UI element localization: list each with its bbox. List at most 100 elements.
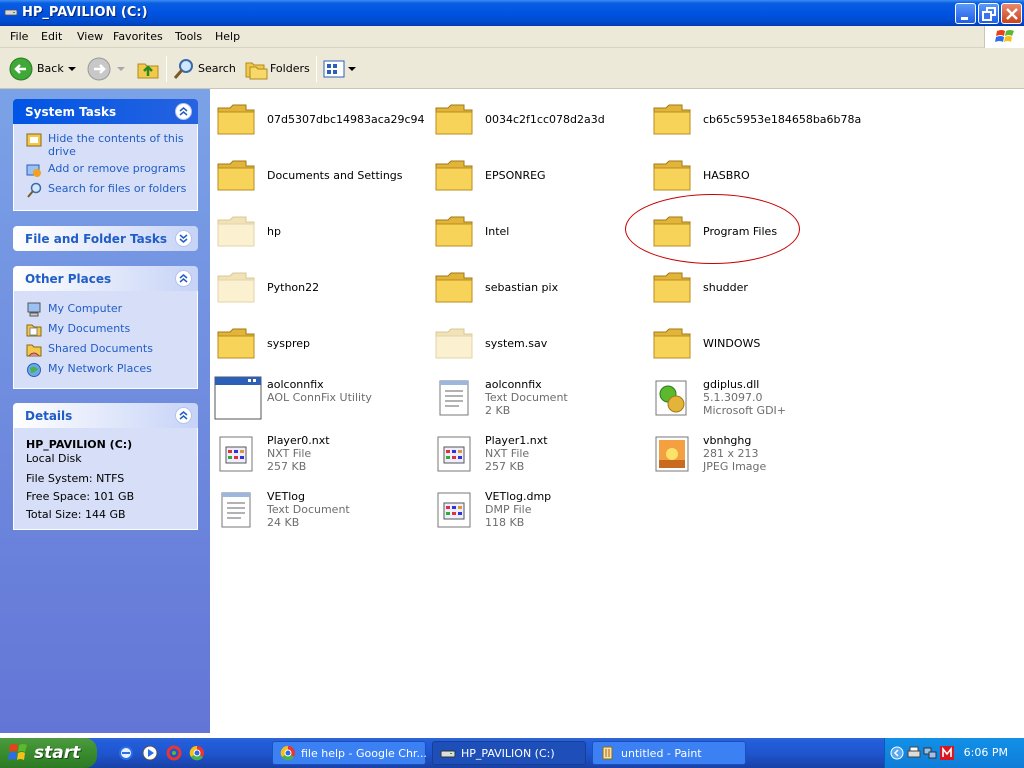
file-item[interactable]: gdiplus.dll 5.1.3097.0 Microsoft GDI+: [646, 372, 862, 422]
folder-icon: [652, 266, 692, 306]
folder-item[interactable]: 0034c2f1cc078d2a3d: [428, 92, 644, 142]
other-places-my-network-places[interactable]: My Network Places: [26, 362, 189, 377]
item-name: Player1.nxt: [485, 434, 548, 447]
collapse-icon[interactable]: [175, 407, 192, 424]
tray-mcafee-icon[interactable]: [940, 746, 954, 760]
file-item[interactable]: VETlog Text Document 24 KB: [210, 484, 426, 534]
folder-icon: [652, 154, 692, 194]
quicklaunch-app-icon[interactable]: [166, 745, 182, 761]
menu-file[interactable]: File: [10, 30, 28, 43]
add-remove-programs-link[interactable]: Add or remove programs: [26, 162, 189, 177]
close-icon: [1006, 8, 1018, 20]
other-places-header[interactable]: Other Places: [13, 266, 198, 291]
folder-item[interactable]: Documents and Settings: [210, 148, 426, 198]
menu-view[interactable]: View: [77, 30, 103, 43]
other-places-shared-documents[interactable]: Shared Documents: [26, 342, 189, 357]
folder-item[interactable]: cb65c5953e184658ba6b78aa: [646, 92, 862, 142]
file-item[interactable]: VETlog.dmp DMP File 118 KB: [428, 484, 644, 534]
file-item[interactable]: vbnhghg 281 x 213 JPEG Image: [646, 428, 862, 478]
file-item[interactable]: Player0.nxt NXT File 257 KB: [210, 428, 426, 478]
drive-icon: [4, 9, 18, 16]
other-places-panel: Other Places My Computer My Documents Sh…: [13, 266, 198, 389]
start-button[interactable]: start: [0, 738, 97, 768]
search-button[interactable]: Search: [171, 53, 237, 85]
folder-item[interactable]: system.sav: [428, 316, 644, 366]
taskbar-button-label: HP_PAVILION (C:): [461, 747, 555, 760]
folder-item[interactable]: WINDOWS: [646, 316, 862, 366]
quicklaunch-media-player-icon[interactable]: [142, 745, 158, 761]
taskbar-button-chrome[interactable]: file help - Google Chr...: [272, 741, 427, 765]
file-item[interactable]: aolconnfix Text Document 2 KB: [428, 372, 644, 422]
item-size: 118 KB: [485, 516, 525, 529]
chrome-icon: [280, 745, 295, 761]
folder-item[interactable]: HASBRO: [646, 148, 862, 198]
folder-item[interactable]: EPSONREG: [428, 148, 644, 198]
folders-label: Folders: [270, 62, 310, 75]
folder-item[interactable]: Python22: [210, 260, 426, 310]
item-name: vbnhghg: [703, 434, 752, 447]
menu-tools[interactable]: Tools: [175, 30, 202, 43]
windows-logo-icon: [984, 26, 1024, 48]
item-name: aolconnfix: [267, 378, 324, 391]
menu-edit[interactable]: Edit: [41, 30, 62, 43]
window-title: HP_PAVILION (C:): [22, 5, 148, 20]
up-folder-button[interactable]: [134, 53, 162, 85]
hide-drive-contents-link[interactable]: Hide the contents of this drive: [26, 132, 189, 158]
menu-help[interactable]: Help: [215, 30, 240, 43]
folder-up-icon: [137, 63, 159, 79]
minimize-button[interactable]: [955, 3, 976, 24]
tray-network-icon[interactable]: [923, 746, 937, 760]
paint-icon: [602, 746, 613, 760]
item-name: Documents and Settings: [267, 169, 403, 182]
folder-item[interactable]: Intel: [428, 204, 644, 254]
search-files-link[interactable]: Search for files or folders: [26, 182, 189, 198]
file-list-pane[interactable]: 07d5307dbc14983aca29c947... 0034c2f1cc078…: [210, 89, 1024, 733]
details-panel: Details HP_PAVILION (C:) Local Disk File…: [13, 403, 198, 530]
collapse-icon[interactable]: [175, 270, 192, 287]
folder-item[interactable]: 07d5307dbc14983aca29c947...: [210, 92, 426, 142]
collapse-icon[interactable]: [175, 103, 192, 120]
text-icon: [434, 378, 474, 418]
file-item[interactable]: Player1.nxt NXT File 257 KB: [428, 428, 644, 478]
quicklaunch-chrome-icon[interactable]: [189, 745, 205, 761]
back-button[interactable]: Back: [6, 53, 80, 85]
tray-expand-icon[interactable]: [890, 746, 904, 760]
item-name: aolconnfix: [485, 378, 542, 391]
folder-item[interactable]: sysprep: [210, 316, 426, 366]
views-button[interactable]: [322, 53, 356, 85]
folder-item[interactable]: shudder: [646, 260, 862, 310]
restore-icon: [982, 7, 996, 21]
restore-button[interactable]: [978, 3, 999, 24]
details-header[interactable]: Details: [13, 403, 198, 428]
folder-icon: [434, 322, 474, 362]
quicklaunch-ie-icon[interactable]: [118, 745, 134, 761]
chevron-down-icon: [348, 67, 356, 71]
taskbar-button-paint[interactable]: untitled - Paint: [592, 741, 746, 765]
search-icon: [27, 182, 42, 198]
folder-item[interactable]: hp: [210, 204, 426, 254]
menu-favorites[interactable]: Favorites: [113, 30, 163, 43]
item-name: system.sav: [485, 337, 548, 350]
close-button[interactable]: [1001, 3, 1022, 24]
forward-button[interactable]: [86, 53, 126, 85]
file-item[interactable]: aolconnfix AOL ConnFix Utility: [210, 372, 426, 422]
folder-icon: [216, 322, 256, 362]
other-places-title: Other Places: [25, 272, 112, 286]
other-places-my-computer[interactable]: My Computer: [26, 302, 189, 317]
chevron-down-icon[interactable]: [68, 67, 76, 73]
system-tasks-panel: System Tasks Hide the contents of this d…: [13, 99, 198, 211]
folders-button[interactable]: Folders: [243, 53, 311, 85]
folder-item[interactable]: sebastian pix: [428, 260, 644, 310]
expand-icon[interactable]: [175, 230, 192, 247]
other-places-my-documents[interactable]: My Documents: [26, 322, 189, 337]
tray-printer-icon[interactable]: [907, 746, 921, 760]
title-bar[interactable]: HP_PAVILION (C:): [0, 0, 1024, 26]
app-icon: [214, 376, 262, 420]
system-tasks-header[interactable]: System Tasks: [13, 99, 198, 124]
views-icon: [323, 60, 345, 78]
item-name: shudder: [703, 281, 748, 294]
taskbar-button-explorer[interactable]: HP_PAVILION (C:): [432, 741, 586, 765]
item-type: 281 x 213: [703, 447, 759, 460]
file-folder-tasks-header[interactable]: File and Folder Tasks: [13, 226, 198, 251]
folder-icon: [652, 98, 692, 138]
